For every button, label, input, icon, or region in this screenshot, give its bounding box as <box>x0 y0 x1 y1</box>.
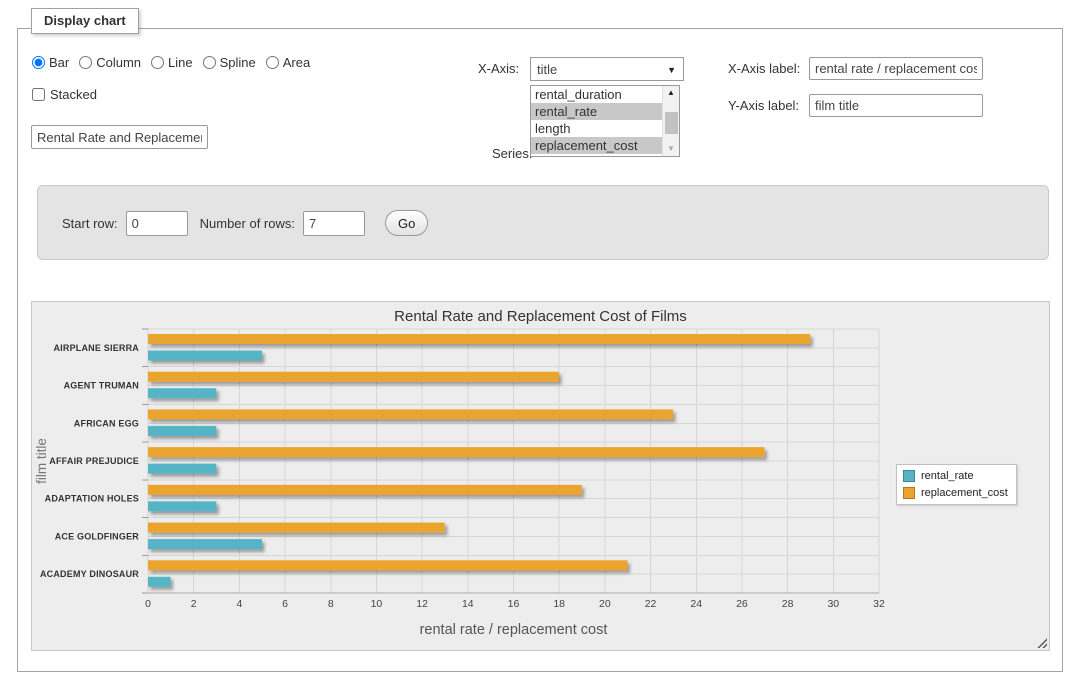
x-tick-label: 0 <box>145 598 151 610</box>
series-multiselect[interactable]: rental_durationrental_ratelengthreplacem… <box>530 85 680 157</box>
scrollbar[interactable]: ▲ ▼ <box>662 86 679 156</box>
category-label: AFRICAN EGG <box>74 418 139 428</box>
x-tick-label: 14 <box>462 598 474 610</box>
x-tick-label: 4 <box>236 598 242 610</box>
x-tick-label: 16 <box>508 598 520 610</box>
scroll-down-icon[interactable]: ▼ <box>663 142 679 156</box>
go-button[interactable]: Go <box>385 210 428 236</box>
legend-entry-rental_rate: rental_rate <box>903 470 1008 482</box>
legend-swatch <box>903 487 915 499</box>
bar-rental_rate <box>148 577 171 587</box>
series-option-replacement_cost[interactable]: replacement_cost <box>531 137 662 154</box>
legend-label: rental_rate <box>921 470 974 482</box>
series-select-label: Series: <box>492 146 532 161</box>
fieldset-legend: Display chart <box>31 8 139 34</box>
chart-legend: rental_rate replacement_cost <box>896 464 1017 505</box>
legend-entry-replacement_cost: replacement_cost <box>903 487 1008 499</box>
radio-bar[interactable] <box>32 56 45 69</box>
gridlines <box>142 329 879 593</box>
x-tick-label: 30 <box>827 598 839 610</box>
bar-rental_rate <box>148 501 216 511</box>
x-tick-label: 26 <box>736 598 748 610</box>
stacked-label: Stacked <box>50 87 97 102</box>
x-axis-select[interactable]: title ▼ <box>530 57 684 81</box>
category-label: AGENT TRUMAN <box>64 381 139 391</box>
radio-area[interactable] <box>266 56 279 69</box>
bars: AIRPLANE SIERRA AGENT TRUMAN AFRICAN EGG AF… <box>40 334 810 587</box>
num-rows-label: Number of rows: <box>200 216 295 231</box>
bar-rental_rate <box>148 539 262 549</box>
chart-title-input[interactable] <box>31 125 208 149</box>
start-row-input[interactable] <box>126 211 188 236</box>
x-tick-label: 2 <box>191 598 197 610</box>
category-label: AIRPLANE SIERRA <box>53 343 139 353</box>
series-options: rental_durationrental_ratelengthreplacem… <box>531 86 662 154</box>
chart-type-option-spline[interactable]: Spline <box>203 55 256 70</box>
chart-type-option-column[interactable]: Column <box>79 55 141 70</box>
series-option-length[interactable]: length <box>531 120 662 137</box>
bar-replacement_cost <box>148 409 673 419</box>
radio-column[interactable] <box>79 56 92 69</box>
bar-replacement_cost <box>148 523 445 533</box>
y-axis-title: film title <box>34 438 49 484</box>
chart-type-option-bar[interactable]: Bar <box>32 55 69 70</box>
series-option-rental_rate[interactable]: rental_rate <box>531 103 662 120</box>
x-axis-selected-value: title <box>537 62 557 77</box>
chevron-down-icon: ▼ <box>667 65 676 75</box>
y-axis-label-input[interactable] <box>809 94 983 117</box>
start-row-label: Start row: <box>62 216 118 231</box>
num-rows-input[interactable] <box>303 211 365 236</box>
x-tick-label: 8 <box>328 598 334 610</box>
x-tick-label: 28 <box>782 598 794 610</box>
bar-replacement_cost <box>148 334 810 344</box>
chart-type-option-area[interactable]: Area <box>266 55 310 70</box>
bar-rental_rate <box>148 388 216 398</box>
x-axis-label-input[interactable] <box>809 57 983 80</box>
bar-replacement_cost <box>148 560 627 570</box>
legend-swatch <box>903 470 915 482</box>
x-tick-label: 24 <box>690 598 702 610</box>
display-chart-fieldset: Display chart BarColumnLineSplineArea St… <box>17 28 1063 672</box>
row-range-panel: Start row: Number of rows: Go <box>37 185 1049 260</box>
bar-rental_rate <box>148 351 262 361</box>
x-tick-label: 22 <box>645 598 657 610</box>
chart-type-radio-group: Bar Column Line Spline Area <box>32 55 310 70</box>
bar-rental_rate <box>148 464 216 474</box>
bar-replacement_cost <box>148 372 559 382</box>
category-label: AFFAIR PREJUDICE <box>49 456 139 466</box>
x-tick-label: 12 <box>416 598 428 610</box>
x-tick-label: 20 <box>599 598 611 610</box>
series-option-rental_duration[interactable]: rental_duration <box>531 86 662 103</box>
category-label: ADAPTATION HOLES <box>45 494 139 504</box>
x-tick-label: 10 <box>371 598 383 610</box>
bar-rental_rate <box>148 426 216 436</box>
scrollbar-thumb[interactable] <box>665 112 678 134</box>
category-label: ACADEMY DINOSAUR <box>40 569 139 579</box>
x-axis-select-label: X-Axis: <box>478 61 519 76</box>
x-axis-label-caption: X-Axis label: <box>728 61 800 76</box>
x-axis-title: rental rate / replacement cost <box>420 622 608 638</box>
stacked-checkbox[interactable] <box>32 88 45 101</box>
bar-replacement_cost <box>148 485 582 495</box>
bar-replacement_cost <box>148 447 765 457</box>
radio-spline[interactable] <box>203 56 216 69</box>
y-axis-label-caption: Y-Axis label: <box>728 98 799 113</box>
radio-line[interactable] <box>151 56 164 69</box>
stacked-row: Stacked <box>32 87 97 102</box>
x-tick-label: 32 <box>873 598 885 610</box>
category-label: ACE GOLDFINGER <box>55 531 140 541</box>
scroll-up-icon[interactable]: ▲ <box>663 86 679 100</box>
chart-container: Rental Rate and Replacement Cost of Film… <box>31 301 1050 651</box>
legend-label: replacement_cost <box>921 487 1008 499</box>
x-tick-label: 6 <box>282 598 288 610</box>
x-tick-label: 18 <box>553 598 565 610</box>
chart-type-option-line[interactable]: Line <box>151 55 193 70</box>
